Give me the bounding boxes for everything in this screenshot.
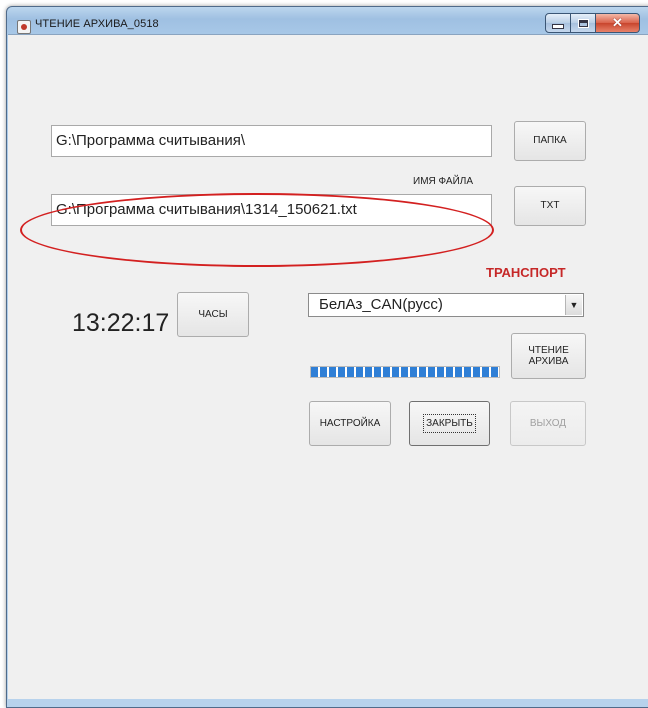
minimize-icon: [552, 24, 564, 29]
clock-button[interactable]: ЧАСЫ: [177, 292, 249, 337]
read-archive-label: ЧТЕНИЕ АРХИВА: [528, 345, 569, 368]
read-archive-label-line1: ЧТЕНИЕ: [528, 344, 569, 356]
clock-button-label: ЧАСЫ: [198, 308, 228, 320]
close-icon: ✕: [612, 15, 623, 30]
close-button-label: ЗАКРЫТЬ: [423, 413, 476, 434]
transport-select-value: БелАз_CAN(русс): [319, 296, 443, 313]
exit-button-label: ВЫХОД: [529, 417, 567, 429]
folder-button-label: ПАПКА: [533, 135, 567, 147]
txt-button[interactable]: TXT: [514, 186, 586, 226]
caption-buttons: ✕: [545, 13, 640, 33]
progress-bar-fill: [311, 367, 499, 377]
transport-caption: ТРАНСПОРТ: [486, 265, 566, 280]
clock-readout: 13:22:17: [72, 309, 170, 337]
settings-button-label: НАСТРОЙКА: [319, 417, 381, 429]
file-name-caption: ИМЯ ФАЙЛА: [413, 176, 473, 187]
minimize-button[interactable]: [545, 13, 571, 33]
close-window-button[interactable]: ✕: [596, 13, 640, 33]
folder-button[interactable]: ПАПКА: [514, 121, 586, 161]
settings-button[interactable]: НАСТРОЙКА: [309, 401, 391, 446]
app-icon[interactable]: [17, 20, 31, 34]
folder-path-field[interactable]: G:\Программа считывания\: [51, 125, 492, 157]
file-path-field[interactable]: G:\Программа считывания\1314_150621.txt: [51, 194, 492, 226]
progress-bar: [310, 366, 500, 378]
maximize-icon: [577, 18, 589, 28]
chevron-down-icon[interactable]: ▼: [565, 295, 582, 315]
read-archive-label-line2: АРХИВА: [528, 356, 569, 367]
txt-button-label: TXT: [540, 200, 560, 212]
close-button[interactable]: ЗАКРЫТЬ: [409, 401, 490, 446]
window-title: ЧТЕНИЕ АРХИВА_0518: [35, 18, 159, 30]
maximize-button[interactable]: [571, 13, 596, 33]
exit-button: ВЫХОД: [510, 401, 586, 446]
transport-select[interactable]: БелАз_CAN(русс) ▼: [308, 293, 584, 317]
read-archive-button[interactable]: ЧТЕНИЕ АРХИВА: [511, 333, 586, 379]
client-area: G:\Программа считывания\ ПАПКА ИМЯ ФАЙЛА…: [8, 34, 648, 699]
